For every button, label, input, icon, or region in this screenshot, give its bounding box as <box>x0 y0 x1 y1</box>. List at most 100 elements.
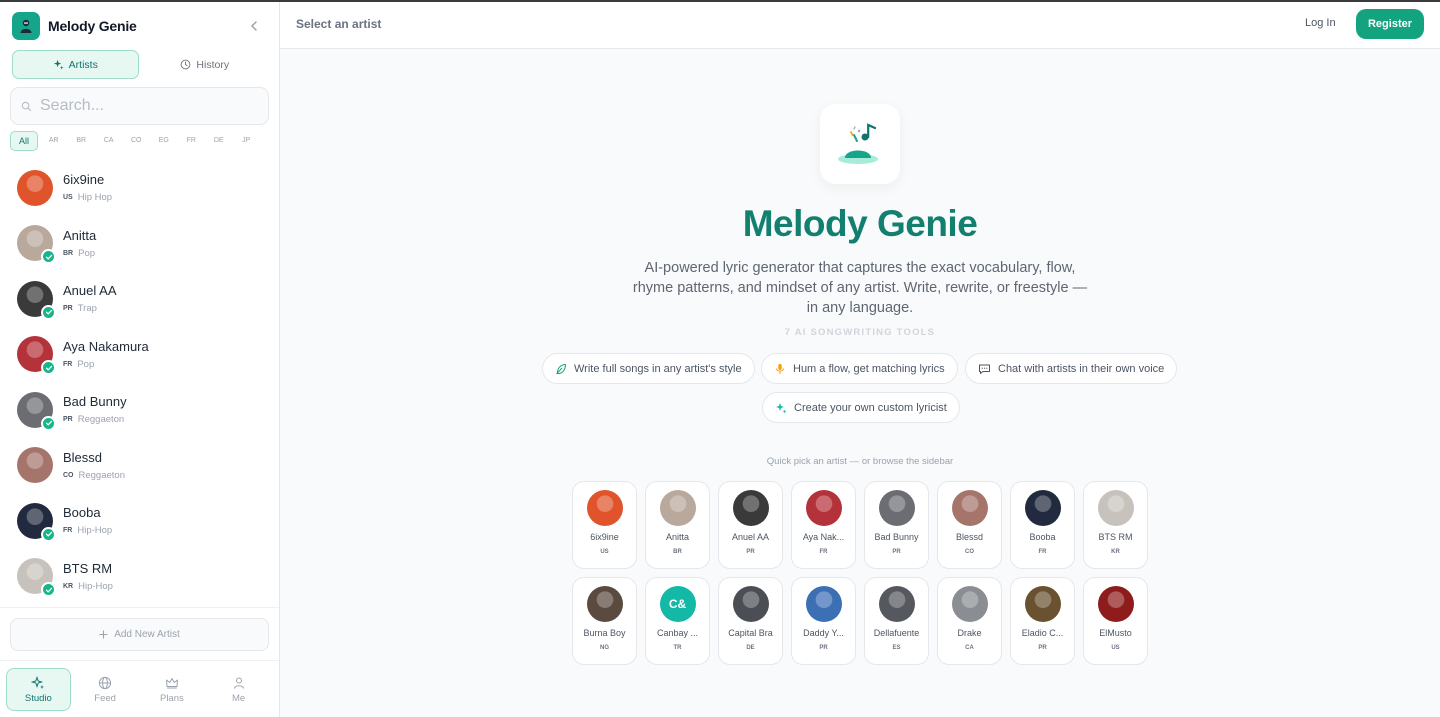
artist-country: CO <box>63 471 74 479</box>
sidebar: Melody Genie Artists History All AR BR C… <box>0 2 280 717</box>
nav-feed[interactable]: Feed <box>73 668 138 711</box>
quick-pick-card[interactable]: Daddy Y... PR <box>791 577 856 665</box>
nav-studio[interactable]: Studio <box>6 668 71 711</box>
quick-pick-card[interactable]: Anuel AA PR <box>718 481 783 569</box>
artist-country: CO <box>965 549 974 555</box>
quick-pick-card[interactable]: Eladio C... PR <box>1010 577 1075 665</box>
quick-pick-card[interactable]: Anitta BR <box>645 481 710 569</box>
verified-check-icon <box>41 582 56 598</box>
artist-country: KR <box>63 582 74 590</box>
chip-hum-a-flow[interactable]: Hum a flow, get matching lyrics <box>761 353 958 384</box>
tab-history-label: History <box>196 58 230 71</box>
artist-item[interactable]: BTS RM KR Hip-Hop <box>0 549 279 605</box>
hero-description: AI-powered lyric generator that captures… <box>632 260 1088 316</box>
quick-pick-card[interactable]: C& Canbay ... TR <box>645 577 710 665</box>
artist-avatar <box>732 490 769 526</box>
artist-avatar <box>805 586 842 622</box>
bottom-nav: Studio Feed Plans Me <box>0 660 279 717</box>
artist-country: BR <box>63 249 74 257</box>
quick-pick-card[interactable]: 6ix9ine US <box>572 481 637 569</box>
tab-history[interactable]: History <box>142 50 269 79</box>
artist-item[interactable]: Booba FR Hip-Hop <box>0 493 279 549</box>
artist-country: KR <box>1111 549 1120 555</box>
artist-name: Dellafuente <box>873 628 920 638</box>
crown-icon <box>165 676 179 690</box>
artist-item[interactable]: Anitta BR Pop <box>0 216 279 272</box>
filter-eg[interactable]: EG <box>150 131 178 151</box>
chip-create-lyricist[interactable]: Create your own custom lyricist <box>762 392 960 423</box>
quick-pick-card[interactable]: Burna Boy NG <box>572 577 637 665</box>
brand[interactable]: Melody Genie <box>12 12 137 40</box>
artist-country: CA <box>965 645 974 651</box>
login-link[interactable]: Log In <box>1305 17 1336 29</box>
add-new-artist-button[interactable]: Add New Artist <box>10 618 269 651</box>
quick-pick-card[interactable]: Dellafuente ES <box>864 577 929 665</box>
filter-co[interactable]: CO <box>123 131 151 151</box>
artist-list: 6ix9ine US Hip Hop Anitta BR Pop Anuel A… <box>0 160 279 608</box>
artist-avatar <box>878 490 915 526</box>
filter-de[interactable]: DE <box>205 131 233 151</box>
artist-genre: Hip-Hop <box>78 580 113 592</box>
artist-name: Eladio C... <box>1021 628 1064 638</box>
artist-country: ES <box>892 645 901 651</box>
tab-artists[interactable]: Artists <box>12 50 139 79</box>
artist-avatar <box>805 490 842 526</box>
quick-pick-card[interactable]: Capital Bra DE <box>718 577 783 665</box>
sparkles-icon <box>775 402 787 414</box>
artist-genre: Pop <box>78 247 96 259</box>
chip-chat-with-artists[interactable]: Chat with artists in their own voice <box>965 353 1178 384</box>
artist-name: Aya Nakamura <box>63 338 149 354</box>
verified-check-icon <box>41 249 56 265</box>
nav-studio-label: Studio <box>24 692 52 704</box>
quick-pick-card[interactable]: Aya Nak... FR <box>791 481 856 569</box>
artist-item[interactable]: Blessd CO Reggaeton <box>0 438 279 494</box>
feather-icon <box>555 363 567 375</box>
artist-item[interactable]: Anuel AA PR Trap <box>0 271 279 327</box>
artist-name: Anuel AA <box>731 532 770 542</box>
artist-avatar <box>659 490 696 526</box>
artist-name: ElMusto <box>1099 628 1132 638</box>
filter-all[interactable]: All <box>10 131 38 151</box>
artist-name: Anitta <box>665 532 689 542</box>
artist-item[interactable]: Aya Nakamura FR Pop <box>0 327 279 383</box>
verified-check-icon <box>41 304 56 320</box>
artist-name: Burna Boy <box>583 628 626 638</box>
artist-name: Blessd <box>955 532 983 542</box>
artist-name: Blessd <box>63 449 103 465</box>
filter-ar[interactable]: AR <box>40 131 68 151</box>
quick-pick-card[interactable]: Booba FR <box>1010 481 1075 569</box>
nav-plans-label: Plans <box>159 692 184 704</box>
quick-pick-card[interactable]: Drake CA <box>937 577 1002 665</box>
artist-avatar <box>1024 586 1061 622</box>
chip-write-songs[interactable]: Write full songs in any artist's style <box>542 353 755 384</box>
verified-check-icon <box>41 526 56 542</box>
quick-pick-card[interactable]: BTS RM KR <box>1083 481 1148 569</box>
filter-fr[interactable]: FR <box>178 131 206 151</box>
artist-avatar <box>951 490 988 526</box>
artist-name: Bad Bunny <box>63 394 127 410</box>
nav-me[interactable]: Me <box>206 668 271 711</box>
collapse-sidebar-icon[interactable] <box>246 18 262 34</box>
chip-label: Chat with artists in their own voice <box>998 362 1165 375</box>
quick-pick-card[interactable]: Bad Bunny PR <box>864 481 929 569</box>
chip-label: Write full songs in any artist's style <box>574 362 742 375</box>
artist-country: PR <box>1038 645 1047 651</box>
chip-label: Create your own custom lyricist <box>794 401 947 414</box>
register-button[interactable]: Register <box>1356 9 1424 39</box>
filter-ca[interactable]: CA <box>95 131 123 151</box>
add-new-artist-label: Add New Artist <box>114 629 180 640</box>
quick-pick-card[interactable]: ElMusto US <box>1083 577 1148 665</box>
nav-plans[interactable]: Plans <box>140 668 205 711</box>
verified-check-icon <box>41 415 56 431</box>
artist-initials-avatar: C& <box>659 586 696 622</box>
artist-avatar <box>732 586 769 622</box>
artist-item[interactable]: Bad Bunny PR Reggaeton <box>0 382 279 438</box>
artist-item[interactable]: 6ix9ine US Hip Hop <box>0 160 279 216</box>
search-input[interactable] <box>40 97 240 115</box>
filter-jp[interactable]: JP <box>233 131 261 151</box>
quick-pick-card[interactable]: Blessd CO <box>937 481 1002 569</box>
nav-me-label: Me <box>232 692 246 704</box>
sparkles-icon <box>53 59 64 70</box>
filter-br[interactable]: BR <box>68 131 96 151</box>
artist-country: DE <box>746 645 755 651</box>
